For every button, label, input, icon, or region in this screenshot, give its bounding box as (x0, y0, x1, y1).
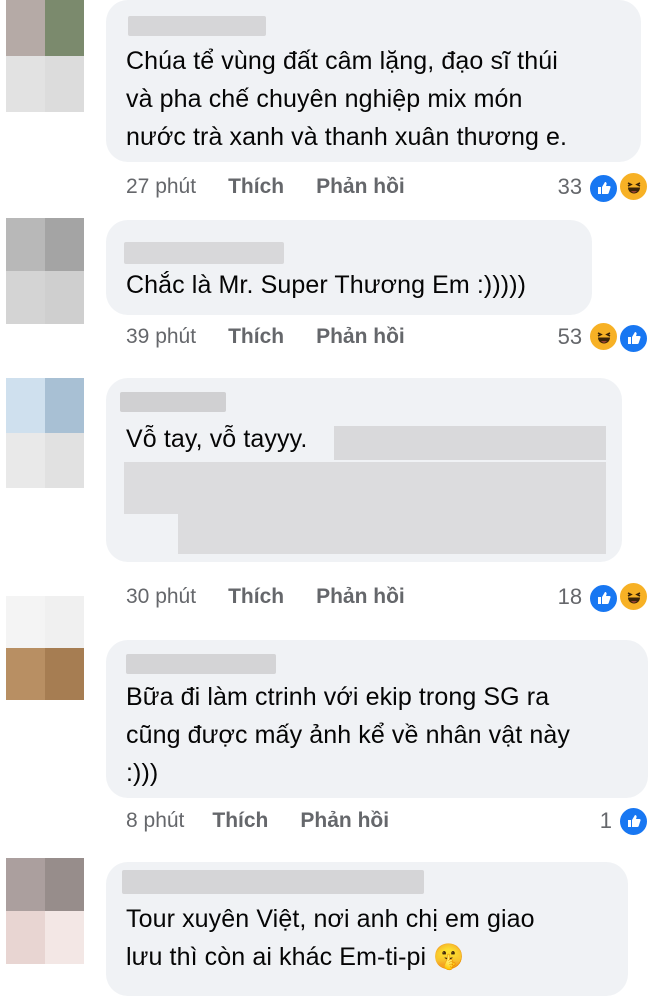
comment-time[interactable]: 27 phút (126, 175, 196, 199)
reaction-summary[interactable]: 18 (557, 580, 649, 614)
like-button[interactable]: Thích (228, 325, 284, 349)
reply-button[interactable]: Phản hồi (316, 175, 405, 199)
like-button[interactable]: Thích (212, 809, 268, 833)
comment-text: Bữa đi làm ctrinh với ekip trong SG ra c… (126, 683, 570, 787)
avatar[interactable] (6, 218, 84, 324)
like-icon (588, 582, 620, 614)
author-name-redacted[interactable] (128, 16, 266, 36)
comment-text: Chúa tể vùng đất câm lặng, đạo sĩ thúi v… (126, 47, 568, 151)
haha-icon (618, 580, 649, 612)
comment-time[interactable]: 30 phút (126, 585, 196, 609)
redacted-text-block (178, 514, 606, 554)
author-name-redacted[interactable] (122, 870, 424, 894)
reply-button[interactable]: Phản hồi (316, 325, 405, 349)
redacted-text-block (124, 462, 606, 514)
comment-bubble: Bữa đi làm ctrinh với ekip trong SG ra c… (106, 640, 648, 798)
reaction-summary[interactable]: 33 (557, 170, 649, 204)
reaction-summary[interactable]: 1 (599, 805, 649, 837)
avatar[interactable] (6, 0, 84, 112)
comment-actions: 8 phút Thích Phản hồi 1 (126, 805, 649, 837)
haha-icon (588, 320, 620, 352)
reaction-count: 18 (557, 584, 583, 609)
avatar[interactable] (6, 378, 84, 488)
comment-time[interactable]: 8 phút (126, 809, 184, 833)
comment-text: Chắc là Mr. Super Thương Em :))))) (126, 271, 527, 299)
like-button[interactable]: Thích (228, 175, 284, 199)
avatar[interactable] (6, 858, 84, 964)
reaction-count: 1 (599, 808, 612, 833)
reaction-count: 53 (557, 324, 583, 349)
comment-bubble: Tour xuyên Việt, nơi anh chị em giao lưu… (106, 862, 628, 996)
author-name-redacted[interactable] (126, 654, 276, 674)
comment-actions: 30 phút Thích Phản hồi 18 (126, 580, 649, 614)
avatar[interactable] (6, 596, 84, 700)
comment-bubble: Chúa tể vùng đất câm lặng, đạo sĩ thúi v… (106, 0, 641, 162)
comment-bubble: Chắc là Mr. Super Thương Em :))))) (106, 220, 592, 315)
like-icon (588, 172, 620, 204)
like-icon (618, 322, 649, 354)
reaction-summary[interactable]: 53 (557, 320, 649, 354)
comment-text: Tour xuyên Việt, nơi anh chị em giao lưu… (126, 905, 535, 971)
haha-icon (618, 170, 649, 202)
comment-actions: 27 phút Thích Phản hồi 33 (126, 170, 649, 204)
reply-button[interactable]: Phản hồi (316, 585, 405, 609)
reply-button[interactable]: Phản hồi (300, 809, 389, 833)
like-icon (618, 805, 649, 837)
comment-time[interactable]: 39 phút (126, 325, 196, 349)
comment-actions: 39 phút Thích Phản hồi 53 (126, 320, 649, 354)
like-button[interactable]: Thích (228, 585, 284, 609)
redacted-text-block (334, 426, 606, 460)
author-name-redacted[interactable] (120, 392, 226, 412)
author-name-redacted[interactable] (124, 242, 284, 264)
reaction-count: 33 (557, 174, 583, 199)
